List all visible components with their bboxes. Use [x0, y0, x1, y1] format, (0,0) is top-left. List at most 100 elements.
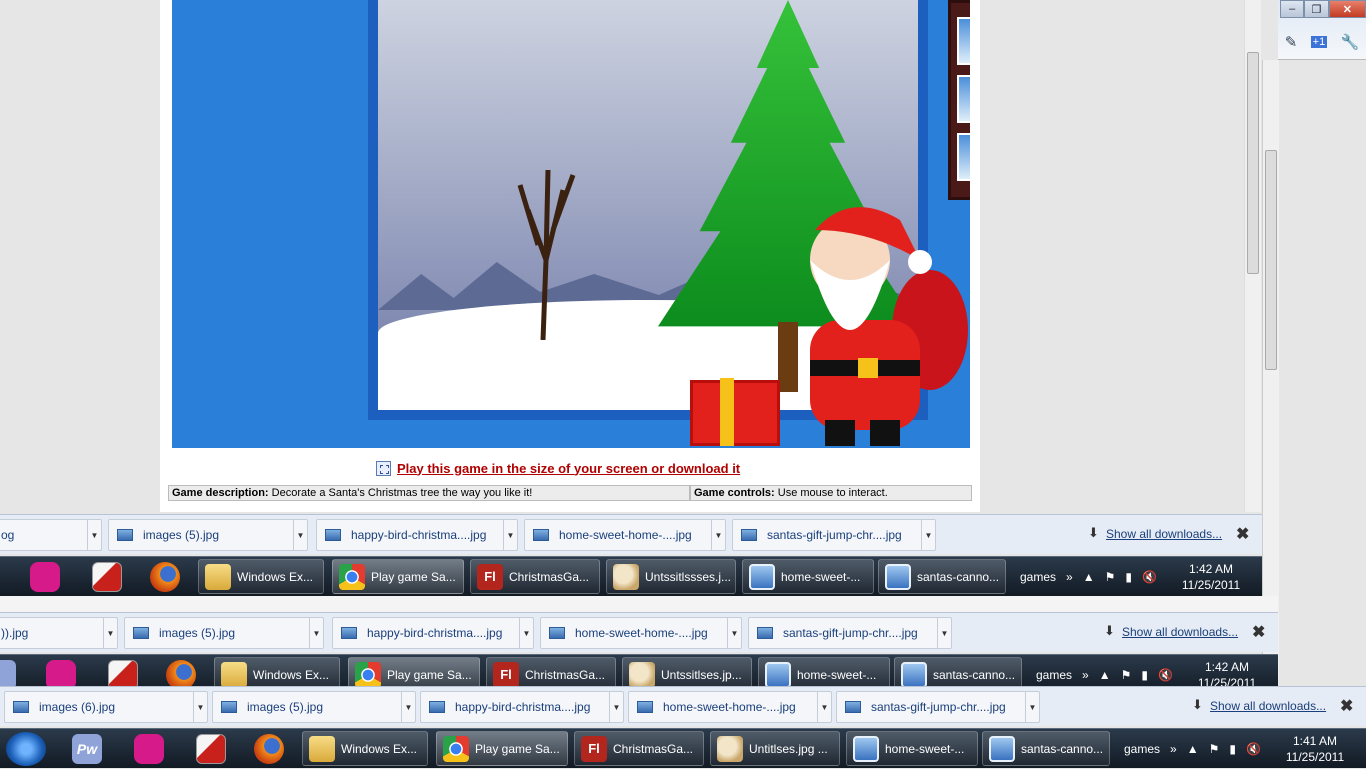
download-item[interactable]: happy-bird-christma....jpg ▼: [332, 617, 534, 649]
close-button[interactable]: ✕: [1328, 0, 1366, 18]
scrollbar-thumb[interactable]: [1247, 52, 1259, 274]
download-item[interactable]: santas-gift-jump-chr....jpg ▼: [836, 691, 1040, 723]
download-item[interactable]: images (5).jpg ▼: [108, 519, 308, 551]
close-icon[interactable]: ✖: [1252, 622, 1265, 642]
background-thumb[interactable]: [957, 17, 970, 65]
download-filename: )).jpg: [1, 626, 29, 640]
download-filename: home-sweet-home-....jpg: [663, 700, 796, 714]
chevron-up-icon[interactable]: ▲: [1099, 668, 1111, 682]
volume-muted-icon[interactable]: 🔇: [1158, 668, 1173, 682]
restore-button[interactable]: ❐: [1304, 0, 1329, 18]
chevron-right-icon[interactable]: »: [1066, 570, 1073, 584]
plus-one-icon[interactable]: +1: [1310, 36, 1328, 48]
download-item[interactable]: home-sweet-home-....jpg ▼: [628, 691, 832, 723]
minimize-button[interactable]: –: [1280, 0, 1305, 18]
chevron-up-icon[interactable]: ▲: [1187, 742, 1199, 756]
outer-scrollbar-thumb[interactable]: [1265, 150, 1277, 370]
chevron-down-icon[interactable]: ▼: [817, 692, 831, 722]
download-arrow-icon: ⬇: [1104, 623, 1115, 638]
chevron-down-icon[interactable]: ▼: [711, 520, 725, 550]
volume-muted-icon[interactable]: 🔇: [1246, 742, 1261, 756]
chevron-down-icon[interactable]: ▼: [401, 692, 415, 722]
description-label: Game description:: [172, 487, 269, 499]
taskbar-button-image[interactable]: home-sweet-...: [742, 559, 874, 594]
power-icon[interactable]: ▮: [1229, 742, 1236, 756]
toolbar-label[interactable]: games: [1020, 570, 1056, 584]
taskbar-button-paint[interactable]: Untssitlssses.j...: [606, 559, 736, 594]
page-scrollbar[interactable]: [1244, 0, 1261, 512]
chevron-down-icon[interactable]: ▼: [503, 520, 517, 550]
chevron-down-icon[interactable]: ▼: [103, 618, 117, 648]
download-item[interactable]: images (5).jpg ▼: [124, 617, 324, 649]
flag-icon[interactable]: ⚑: [1121, 668, 1132, 682]
download-item[interactable]: images (5).jpg ▼: [212, 691, 416, 723]
taskbar-button-image[interactable]: santas-canno...: [982, 731, 1110, 766]
taskbar-button-image[interactable]: home-sweet-...: [846, 731, 978, 766]
background-thumb[interactable]: [957, 133, 970, 181]
play-link-text[interactable]: Play this game in the size of your scree…: [397, 461, 740, 476]
chevron-down-icon[interactable]: ▼: [727, 618, 741, 648]
power-icon[interactable]: ▮: [1141, 668, 1148, 682]
download-item[interactable]: images (6).jpg ▼: [4, 691, 208, 723]
download-item[interactable]: happy-bird-christma....jpg ▼: [420, 691, 624, 723]
toolbar-label[interactable]: games: [1036, 668, 1072, 682]
chevron-right-icon[interactable]: »: [1170, 742, 1177, 756]
taskbar-button-image[interactable]: santas-canno...: [878, 559, 1006, 594]
app-pin-icon[interactable]: [30, 562, 60, 592]
taskbar-button-chrome[interactable]: Play game Sa...: [436, 731, 568, 766]
taskbar-button-explorer[interactable]: Windows Ex...: [198, 559, 324, 594]
download-item[interactable]: santas-gift-jump-chr....jpg ▼: [732, 519, 936, 551]
chevron-down-icon[interactable]: ▼: [921, 520, 935, 550]
chevron-right-icon[interactable]: »: [1082, 668, 1089, 682]
chevron-down-icon[interactable]: ▼: [193, 692, 207, 722]
download-item[interactable]: og ▼: [0, 519, 102, 551]
chevron-down-icon[interactable]: ▼: [937, 618, 951, 648]
show-all-downloads-link[interactable]: Show all downloads...: [1106, 527, 1222, 541]
download-item[interactable]: home-sweet-home-....jpg ▼: [540, 617, 742, 649]
outer-scrollbar[interactable]: [1262, 60, 1279, 680]
eyedropper-icon[interactable]: ✎: [1285, 33, 1298, 51]
app-pin-icon[interactable]: [196, 734, 226, 764]
flag-icon[interactable]: ⚑: [1209, 742, 1220, 756]
app-pin-icon[interactable]: Pw: [72, 734, 102, 764]
download-item[interactable]: )).jpg ▼: [0, 617, 118, 649]
firefox-icon[interactable]: [254, 734, 284, 764]
taskbar-button-explorer[interactable]: Windows Ex...: [302, 731, 428, 766]
chevron-down-icon[interactable]: ▼: [87, 520, 101, 550]
close-icon[interactable]: ✖: [1340, 696, 1353, 716]
taskbar-button-label: ChristmasGa...: [525, 667, 606, 682]
play-fullscreen-link[interactable]: Play this game in the size of your scree…: [376, 459, 796, 477]
taskbar-button-flash[interactable]: Fl ChristmasGa...: [574, 731, 704, 766]
wrench-icon[interactable]: 🔧: [1341, 33, 1360, 51]
taskbar-button-chrome[interactable]: Play game Sa...: [332, 559, 464, 594]
show-all-downloads-link[interactable]: Show all downloads...: [1122, 625, 1238, 639]
chevron-down-icon[interactable]: ▼: [309, 618, 323, 648]
chevron-down-icon[interactable]: ▼: [609, 692, 623, 722]
taskbar-button-label: Untssitlssses.j...: [645, 569, 732, 584]
download-item[interactable]: home-sweet-home-....jpg ▼: [524, 519, 726, 551]
download-filename: images (5).jpg: [247, 700, 324, 714]
flag-icon[interactable]: ⚑: [1105, 570, 1116, 584]
toolbar-label[interactable]: games: [1124, 742, 1160, 756]
chevron-down-icon[interactable]: ▼: [1025, 692, 1039, 722]
clock[interactable]: 1:42 AM 11/25/2011: [1176, 561, 1246, 593]
windows-start-icon[interactable]: [6, 732, 46, 766]
folder-icon: [221, 661, 247, 688]
power-icon[interactable]: ▮: [1125, 570, 1132, 584]
chevron-up-icon[interactable]: ▲: [1083, 570, 1095, 584]
download-item[interactable]: santas-gift-jump-chr....jpg ▼: [748, 617, 952, 649]
flash-icon: Fl: [493, 661, 519, 688]
taskbar-button-paint[interactable]: Untitlses.jpg ...: [710, 731, 840, 766]
clock[interactable]: 1:41 AM 11/25/2011: [1280, 733, 1350, 765]
download-item[interactable]: happy-bird-christma....jpg ▼: [316, 519, 518, 551]
app-pin-icon[interactable]: [134, 734, 164, 764]
chevron-down-icon[interactable]: ▼: [519, 618, 533, 648]
app-pin-icon[interactable]: [92, 562, 122, 592]
firefox-icon[interactable]: [150, 562, 180, 592]
volume-muted-icon[interactable]: 🔇: [1142, 570, 1157, 584]
background-thumb[interactable]: [957, 75, 970, 123]
taskbar-button-flash[interactable]: Fl ChristmasGa...: [470, 559, 600, 594]
close-icon[interactable]: ✖: [1236, 524, 1249, 544]
show-all-downloads-link[interactable]: Show all downloads...: [1210, 699, 1326, 713]
chevron-down-icon[interactable]: ▼: [293, 520, 307, 550]
